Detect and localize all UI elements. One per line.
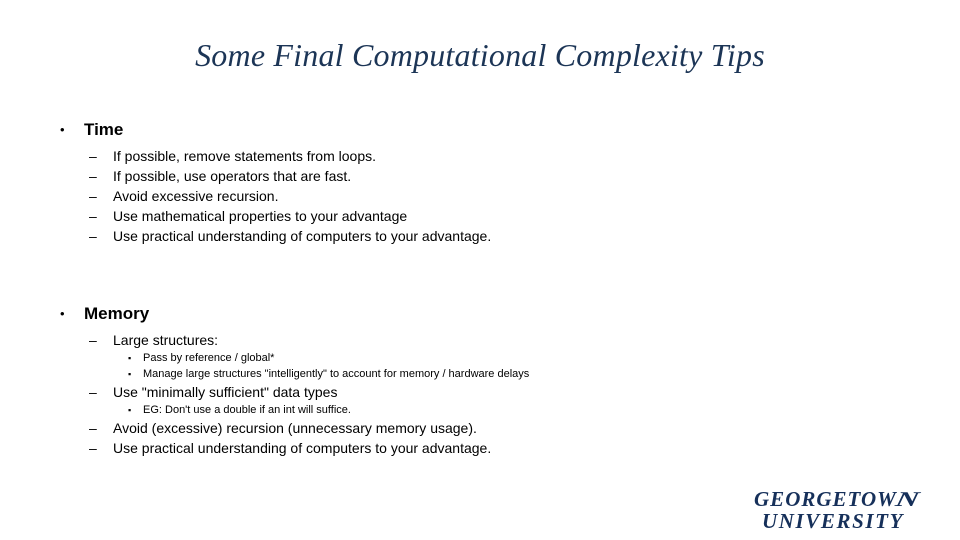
section-heading-time: Time [84, 120, 124, 139]
bullet-text: If possible, use operators that are fast… [113, 168, 352, 184]
bullet-level1-time: • Time [0, 118, 960, 142]
bullet-marker-level2: – [89, 148, 97, 164]
logo-line-georgetown-text: GEORGETOW [754, 487, 897, 511]
bullet-marker-level3: ▪ [128, 369, 132, 379]
bullet-text: Use practical understanding of computers… [113, 228, 492, 244]
bullet-level2-time-1: – If possible, remove statements from lo… [0, 146, 960, 166]
bullet-text: Avoid (excessive) recursion (unnecessary… [113, 420, 477, 436]
bullet-marker-level1: • [60, 122, 65, 137]
georgetown-university-logo: GEORGETOWN UNIVERSITY [754, 487, 923, 533]
bullet-text: Pass by reference / global* [143, 352, 275, 364]
logo-line-university: UNIVERSITY [761, 509, 905, 533]
logo-line-georgetown: GEORGETOWN [754, 487, 923, 511]
bullet-level2-memory-1: – Large structures: [0, 330, 960, 350]
bullet-level1-memory: • Memory [0, 302, 960, 326]
bullet-marker-level2: – [89, 208, 97, 224]
bullet-level2-time-5: – Use practical understanding of compute… [0, 226, 960, 246]
bullet-text: Use mathematical properties to your adva… [113, 208, 408, 224]
bullet-marker-level1: • [60, 306, 65, 321]
bullet-marker-level2: – [89, 420, 97, 436]
bullet-text: Large structures: [113, 332, 219, 348]
bullet-marker-level2: – [89, 384, 97, 400]
slide-body: • Time – If possible, remove statements … [0, 118, 960, 458]
bullet-marker-level2: – [89, 332, 97, 348]
bullet-marker-level2: – [89, 228, 97, 244]
bullet-text: Avoid excessive recursion. [113, 188, 279, 204]
bullet-level2-memory-4: – Use practical understanding of compute… [0, 438, 960, 458]
bullet-level2-time-3: – Avoid excessive recursion. [0, 186, 960, 206]
bullet-level3-memory-3: ▪ EG: Don't use a double if an int will … [0, 402, 960, 418]
bullet-level2-memory-3: – Avoid (excessive) recursion (unnecessa… [0, 418, 960, 438]
bullet-text: Manage large structures "intelligently" … [143, 368, 530, 380]
bullet-text: If possible, remove statements from loop… [113, 148, 376, 164]
bullet-level2-time-2: – If possible, use operators that are fa… [0, 166, 960, 186]
page-title: Some Final Computational Complexity Tips [195, 37, 765, 73]
bullet-level2-time-4: – Use mathematical properties to your ad… [0, 206, 960, 226]
bullet-level3-memory-2: ▪ Manage large structures "intelligently… [0, 366, 960, 382]
slide: Some Final Computational Complexity Tips… [0, 0, 960, 540]
bullet-text: Use practical understanding of computers… [113, 440, 492, 456]
bullet-marker-level2: – [89, 440, 97, 456]
bullet-marker-level3: ▪ [128, 353, 132, 363]
bullet-marker-level2: – [89, 188, 97, 204]
bullet-level3-memory-1: ▪ Pass by reference / global* [0, 350, 960, 366]
bullet-text: Use "minimally sufficient" data types [113, 384, 338, 400]
bullet-level2-memory-2: – Use "minimally sufficient" data types [0, 382, 960, 402]
bullet-marker-level3: ▪ [128, 405, 132, 415]
section-heading-memory: Memory [84, 304, 150, 323]
bullet-text: EG: Don't use a double if an int will su… [143, 404, 351, 416]
logo-swash-n: N [893, 487, 923, 511]
bullet-marker-level2: – [89, 168, 97, 184]
